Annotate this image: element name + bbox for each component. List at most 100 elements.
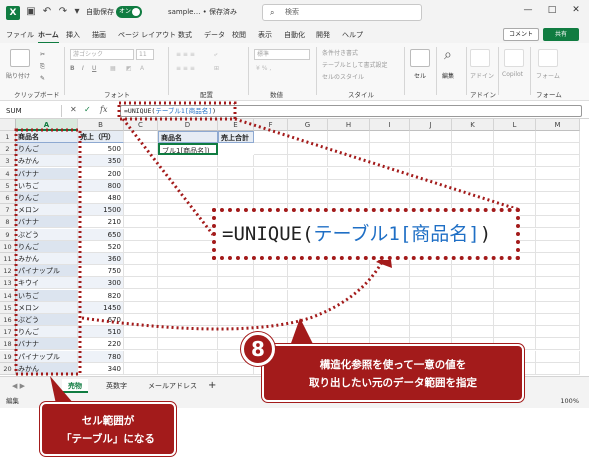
enter-icon[interactable]: ✓ [84,105,91,114]
empty-cell[interactable] [254,265,288,278]
summary-header-name[interactable]: 商品名 [158,131,218,143]
empty-cell[interactable] [218,277,254,290]
empty-cell[interactable] [158,216,218,229]
empty-cell[interactable] [370,326,410,339]
addin-icon[interactable] [470,49,490,67]
column-header-m[interactable]: M [536,119,580,131]
empty-cell[interactable] [254,192,288,204]
empty-cell[interactable] [494,314,536,326]
empty-cell[interactable] [328,265,370,278]
empty-cell[interactable] [452,167,494,180]
empty-cell[interactable] [124,253,158,265]
table-cell-name[interactable]: りんご [16,240,78,253]
row-header[interactable]: 20 [0,362,16,375]
empty-cell[interactable] [452,314,494,326]
addin-label[interactable]: アドイン [470,71,494,80]
save-icon[interactable]: ▣ [24,5,38,19]
empty-cell[interactable] [158,253,218,265]
empty-cell[interactable] [158,289,218,302]
form-icon[interactable] [538,49,558,67]
table-cell-amount[interactable]: 520 [78,240,124,253]
tab-developer[interactable]: 開発 [316,30,330,40]
empty-cell[interactable] [124,192,158,204]
column-header-f[interactable]: F [254,119,288,131]
summary-header-total[interactable]: 売上合計 [218,131,254,143]
empty-cell[interactable] [288,265,328,278]
empty-cell[interactable] [494,289,536,302]
empty-cell[interactable] [158,167,218,180]
empty-cell[interactable] [536,277,580,290]
table-cell-name[interactable]: ぶどう [16,314,78,326]
row-header[interactable]: 9 [0,228,16,241]
table-cell-amount[interactable]: 510 [78,326,124,339]
empty-cell[interactable] [218,301,254,314]
empty-cell[interactable] [494,179,536,192]
tab-page-layout[interactable]: ページ レイアウト [118,30,176,40]
row-header[interactable]: 11 [0,253,16,265]
row-header[interactable]: 7 [0,204,16,217]
table-cell-name[interactable]: キウイ [16,277,78,290]
empty-cell[interactable] [536,289,580,302]
row-header[interactable]: 12 [0,265,16,278]
font-size-select[interactable]: 11 [136,49,154,60]
empty-cell[interactable] [370,179,410,192]
empty-cell[interactable] [536,204,580,217]
tab-formulas[interactable]: 数式 [178,30,192,40]
empty-cell[interactable] [218,314,254,326]
empty-cell[interactable] [158,240,218,253]
function-icon[interactable]: fx [100,105,107,114]
search-input[interactable]: ⌕ 検索 [262,4,422,21]
empty-cell[interactable] [494,167,536,180]
table-cell-amount[interactable]: 820 [78,289,124,302]
column-header-a[interactable]: A [16,119,78,131]
empty-cell[interactable] [124,362,158,375]
row-header[interactable]: 8 [0,216,16,229]
empty-cell[interactable] [124,240,158,253]
empty-cell[interactable] [536,362,580,375]
comment-button[interactable]: コメント [503,28,539,41]
empty-cell[interactable] [452,192,494,204]
format-painter-icon[interactable]: ✎ [40,75,45,82]
column-header-i[interactable]: I [370,119,410,131]
tab-automate[interactable]: 自動化 [284,30,305,40]
empty-cell[interactable] [370,167,410,180]
tab-insert[interactable]: 挿入 [66,30,80,40]
row-header[interactable]: 16 [0,314,16,326]
formula-input[interactable]: =UNIQUE(テーブル1[商品名]) [120,105,582,117]
cut-icon[interactable]: ✂ [40,51,45,58]
empty-cell[interactable] [452,179,494,192]
table-header-amount[interactable]: 売上（円） [78,131,124,143]
column-header-c[interactable]: C [124,119,158,131]
empty-cell[interactable] [218,265,254,278]
empty-cell[interactable] [494,143,536,156]
empty-cell[interactable] [218,179,254,192]
empty-cell[interactable] [288,131,328,143]
column-header-b[interactable]: B [78,119,124,131]
empty-cell[interactable] [410,301,452,314]
row-header[interactable]: 14 [0,289,16,302]
empty-cell[interactable] [288,301,328,314]
empty-cell[interactable] [410,277,452,290]
zoom-level[interactable]: 100% [560,394,579,408]
empty-cell[interactable] [410,192,452,204]
form-label[interactable]: フォーム [536,71,560,80]
table-cell-amount[interactable]: 670 [78,314,124,326]
empty-cell[interactable] [410,179,452,192]
empty-cell[interactable] [158,179,218,192]
empty-cell[interactable] [158,204,218,217]
table-cell-name[interactable]: りんご [16,192,78,204]
column-header-g[interactable]: G [288,119,328,131]
empty-cell[interactable] [158,362,218,375]
empty-cell[interactable] [328,179,370,192]
sheet-tab-1[interactable]: 売物 [62,379,88,393]
redo-icon[interactable]: ↷ [56,5,70,19]
align-left-icon[interactable]: ≡ ≡ ≡ [176,65,195,72]
empty-cell[interactable] [328,192,370,204]
name-box[interactable]: SUM [2,105,62,117]
empty-cell[interactable] [370,143,410,156]
tab-draw[interactable]: 描画 [92,30,106,40]
empty-cell[interactable] [158,326,218,339]
active-cell-d2[interactable]: ブル1[商品名]) [158,143,218,156]
table-cell-name[interactable]: みかん [16,155,78,168]
empty-cell[interactable] [452,155,494,168]
